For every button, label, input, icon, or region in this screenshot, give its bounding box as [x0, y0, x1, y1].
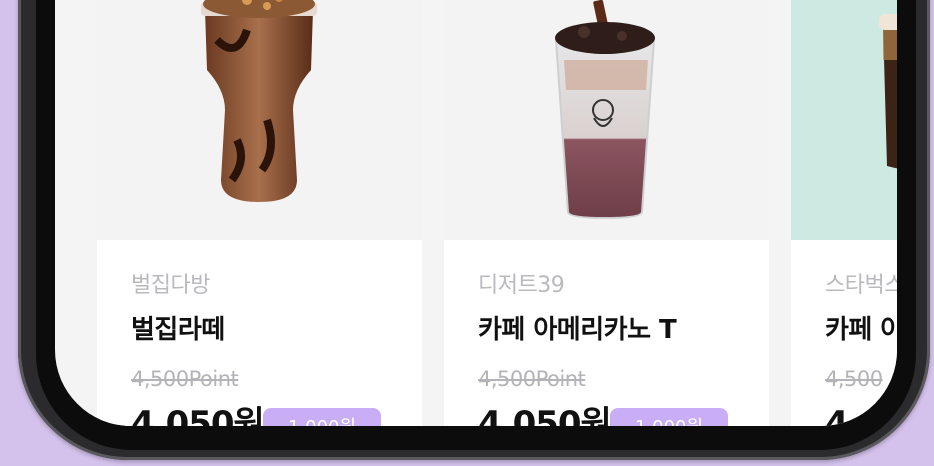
product-image [97, 0, 422, 240]
product-brand: 스타벅스 [825, 273, 897, 298]
product-name: 카페 아메리카노 T [478, 315, 677, 345]
coffee-drink-image [879, 14, 897, 169]
original-price: 4,500Point [478, 367, 586, 391]
product-card[interactable]: 스타벅스 카페 아 4,500 4 [791, 0, 897, 426]
product-brand: 벌집다방 [131, 273, 210, 298]
sale-price: 4,050원 [478, 404, 612, 426]
product-image [444, 0, 769, 240]
chocolate-cookie-drink-image [554, 0, 656, 220]
product-name: 카페 아 [825, 315, 897, 345]
product-name: 벌집라떼 [131, 315, 225, 345]
original-price: 4,500 [825, 367, 883, 391]
product-card[interactable]: 벌집다방 벌집라떼 4,500Point 4,050원 1,000원 [97, 0, 422, 426]
product-brand: 디저트39 [478, 273, 565, 298]
discount-badge: 1,000원 [263, 408, 381, 426]
discount-badge: 1,000원 [610, 408, 728, 426]
sale-price: 4,050원 [131, 404, 265, 426]
original-price: 4,500Point [131, 367, 239, 391]
product-image [791, 0, 897, 240]
app-screen: 벌집다방 벌집라떼 4,500Point 4,050원 1,000원 [55, 0, 897, 426]
sale-price: 4 [825, 404, 849, 426]
chocolate-drink-image [201, 0, 317, 202]
product-card[interactable]: 디저트39 카페 아메리카노 T 4,500Point 4,050원 1,000… [444, 0, 769, 426]
